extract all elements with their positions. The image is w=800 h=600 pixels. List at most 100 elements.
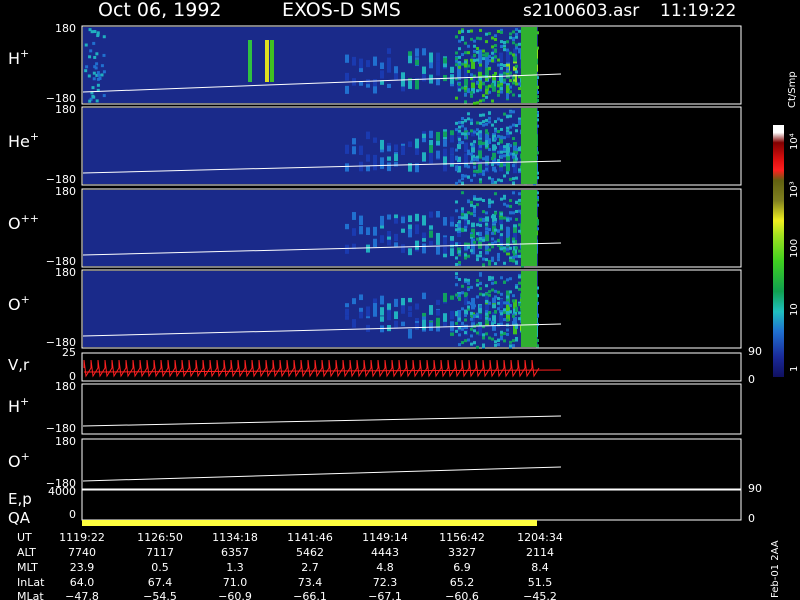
y-tick-top: 180 [55,380,76,393]
spectrogram-cell [512,294,515,298]
spectrogram-cell [359,58,363,69]
spectrogram-cell [455,181,458,185]
y-tick-top: 180 [55,435,76,448]
spectrogram-cell [500,276,503,280]
ephem-cell-ut: 1204:34 [517,531,563,544]
spectrogram-cell [458,179,461,183]
spectrogram-cell [467,338,470,342]
spectrogram-cell [455,51,458,55]
spectrogram-cell [494,146,497,150]
spectrogram-cell [500,135,503,139]
spectrogram-cell [488,140,491,144]
spectrogram-cell [500,162,503,166]
spectrogram-cell [91,94,95,98]
spectrogram-cell [89,49,93,53]
spectrogram-cell [366,227,370,235]
spectrogram-cell [458,120,461,124]
panel-h-plus: H+180−180 [8,22,742,105]
spectrogram-cell [352,56,356,66]
spectrogram-cell [461,321,464,325]
spectrogram-cell [422,232,426,239]
spectrogram-cell [512,123,515,127]
spectrogram-cell [408,328,412,339]
spectrogram-cell [455,63,458,67]
spectrogram-cell [506,162,510,172]
spectrogram-cell [436,317,440,328]
ephem-cell-inlat: 73.4 [298,576,323,589]
spectrogram-cell [485,122,488,126]
ephem-label-alt: ALT [17,546,36,559]
spectrogram-cell [491,51,494,55]
spectrogram-cell [497,258,500,262]
spectrogram-cell [473,213,476,217]
spectrogram-cell [470,334,473,338]
spectrogram-cell [473,329,476,333]
spectrogram-cell [476,80,479,84]
spectrogram-cell [503,163,506,167]
ephem-cell-inlat: 65.2 [450,576,475,589]
spectrogram-cell [352,319,356,327]
spectrogram-cell [485,118,488,122]
ephem-cell-mlt: 8.4 [531,561,549,574]
spectrogram-cell [470,285,473,289]
ephem-cell-ut: 1119:22 [59,531,105,544]
spectrogram-cell [509,32,512,36]
spectrogram-cell [394,311,398,320]
spectrogram-cell [443,217,447,226]
spectrogram-cell [387,214,391,220]
spectrogram-cell [512,250,515,254]
spectrogram-cell [473,140,476,144]
ephem-cell-mlat: −66.1 [293,590,327,600]
spectrogram-cell [515,32,518,36]
spectrogram-cell [470,129,473,133]
spectrogram-cell [479,251,482,255]
ion-label: He+ [8,130,39,151]
spectrogram-cell [470,311,473,315]
spectrogram-cell [515,35,518,39]
spectrogram-cell [479,63,482,67]
spectrogram-cell [482,94,485,98]
spectrogram-cell [488,290,491,294]
spectrogram-cell [455,256,458,260]
spectrogram-cell [102,94,106,98]
spectrogram-cell [482,57,485,61]
spectrogram-cell [515,325,518,329]
spectrogram-cell [467,305,470,309]
spectrogram-cell [473,49,476,53]
spectrogram-cell [95,52,99,56]
spectrogram-cell [494,340,497,344]
spectrogram-cell [96,33,100,37]
spectrogram-cell [401,305,405,314]
spectrogram-cell [464,132,467,136]
spectrogram-cell [518,281,521,285]
spectrogram-cell [458,215,461,219]
spectrogram-cell [100,64,104,68]
spectrogram-cell [443,131,447,138]
spectrogram-cell [450,310,454,320]
spectrogram-cell [467,165,470,169]
spectrogram-cell [429,144,433,153]
spectrogram-cell [485,133,488,137]
spectrogram-cell [503,339,506,343]
spectrogram-cell [473,240,476,244]
spectrogram-cell [506,66,509,70]
spectrogram-cell [467,117,470,121]
spectrogram-cell [518,82,521,86]
spectrogram-cell [479,37,482,41]
spectrogram-cell [494,295,497,299]
spectrogram-cell [458,39,461,43]
spectrogram-cell [488,90,491,94]
spectrogram-cell [455,168,458,172]
spectrogram-cell [491,180,494,184]
ephem-cell-alt: 4443 [371,546,399,559]
spectrogram-cell [436,327,440,332]
header-date: Oct 06, 1992 [98,0,222,21]
spectrogram-cell [494,228,497,232]
spectrogram-cell [352,228,356,236]
spectrogram-cell [506,295,509,299]
ephem-cell-alt: 5462 [296,546,324,559]
spectrogram-cell [429,211,433,218]
spectrogram-cell [488,275,491,279]
colorbar-tick-10: 10 [789,303,800,316]
spectrogram-cell [512,255,515,259]
